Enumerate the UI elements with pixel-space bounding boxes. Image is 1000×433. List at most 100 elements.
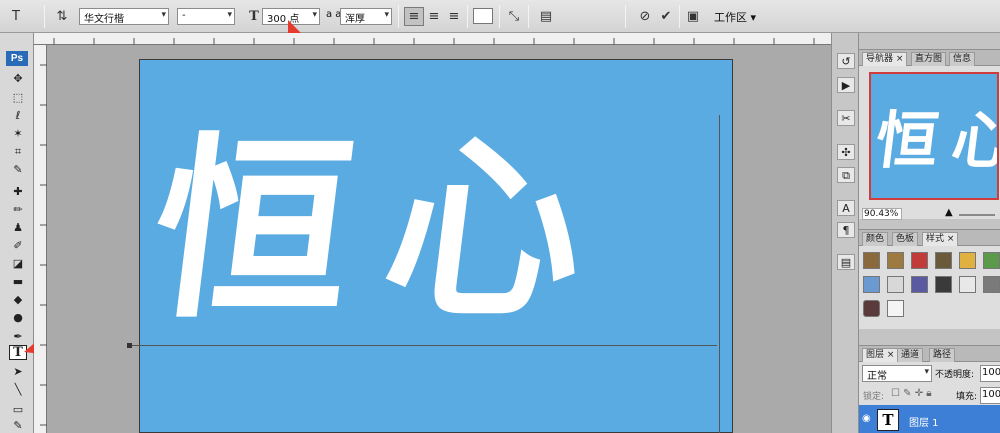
orientation-toggle-icon[interactable]: ⇅ — [52, 7, 72, 26]
lock-row: 锁定: ☐ ✎ ✛ 🔒︎ 填充: 100% — [859, 387, 1000, 405]
chevron-down-icon: ▾ — [227, 10, 232, 20]
font-style-select[interactable]: - ▾ — [177, 8, 235, 25]
move-tool-icon[interactable]: ✥ — [9, 71, 27, 86]
style-swatch[interactable] — [959, 252, 976, 269]
text-anchor-handle[interactable] — [127, 343, 132, 348]
layer-name[interactable]: 图层 1 — [909, 414, 939, 429]
anti-alias-value: 浑厚 — [345, 14, 365, 25]
layer-row[interactable]: ◉ T 图层 1 — [859, 405, 1000, 433]
style-swatch[interactable] — [935, 276, 952, 293]
actions-panel-icon[interactable]: ▶ — [837, 77, 855, 93]
layer-thumbnail: T — [877, 409, 899, 431]
tab-styles[interactable]: 样式 × — [922, 232, 959, 246]
tab-navigator[interactable]: 导航器 × — [862, 52, 908, 66]
style-swatch[interactable] — [911, 252, 928, 269]
tab-label: 颜色 — [866, 234, 885, 244]
path-selection-tool-icon[interactable]: ➤ — [9, 364, 27, 379]
notes-tool-icon[interactable]: ▭ — [9, 402, 27, 417]
workspace-menu[interactable]: 工作区 ▾ — [714, 9, 756, 27]
text-color-swatch[interactable] — [473, 8, 493, 24]
style-swatch[interactable] — [887, 276, 904, 293]
opacity-field[interactable]: 100% — [980, 365, 1000, 382]
document-workspace[interactable]: 恒心 — [47, 45, 831, 433]
text-baseline-guide — [127, 345, 717, 346]
paragraph-panel-icon[interactable]: ¶ — [837, 222, 855, 238]
commit-glyph: ✔ — [660, 9, 672, 24]
cancel-icon[interactable]: ⊘ — [635, 7, 655, 26]
lasso-tool-icon[interactable]: ℓ — [9, 108, 27, 123]
blur-tool-icon[interactable]: ◆ — [9, 292, 27, 307]
fill-value: 100% — [982, 389, 1000, 400]
warp-text-icon[interactable]: ⤡ — [504, 7, 524, 26]
character-panel-icon[interactable]: ▤ — [536, 7, 556, 26]
tab-paths[interactable]: 路径 — [929, 348, 956, 362]
style-swatch[interactable] — [983, 276, 1000, 293]
camera-icon[interactable]: ▣ — [683, 7, 703, 26]
style-swatch[interactable] — [935, 252, 952, 269]
tab-info[interactable]: 信息 — [949, 52, 976, 66]
clone-source-icon[interactable]: ⧉ — [837, 167, 855, 183]
tab-histogram[interactable]: 直方图 — [911, 52, 947, 66]
align-left-icon[interactable]: ≡ — [404, 7, 424, 26]
separator — [44, 5, 45, 28]
blend-row: 正常 ▾ 不透明度: 100% — [859, 365, 1000, 383]
style-swatch[interactable] — [911, 276, 928, 293]
canvas-text-layer[interactable]: 恒心 — [141, 115, 728, 345]
eyedropper-tool-icon[interactable]: ✎ — [9, 162, 27, 177]
tab-channels[interactable]: 通道 — [897, 348, 924, 362]
character-panel-icon[interactable]: A — [837, 200, 855, 216]
layers-tabs: 图层 × 通道 路径 — [859, 346, 1000, 362]
tool-glyph: T — [12, 9, 20, 24]
text-tool-preset-icon[interactable]: T — [6, 7, 26, 26]
eraser-tool-icon[interactable]: ◪ — [9, 256, 27, 271]
navigator-thumbnail[interactable]: 恒心 — [869, 72, 999, 200]
style-swatch[interactable] — [887, 300, 904, 317]
clone-stamp-tool-icon[interactable]: ♟ — [9, 220, 27, 235]
brushes-panel-icon[interactable]: ✣ — [837, 144, 855, 160]
font-style-value: - — [182, 10, 186, 21]
style-swatch[interactable] — [959, 276, 976, 293]
zoom-slider[interactable] — [959, 214, 995, 216]
tab-label: 通道 — [901, 350, 920, 360]
layer-comps-icon[interactable]: ▤ — [837, 254, 855, 270]
vertical-ruler — [34, 45, 47, 433]
fill-field[interactable]: 100% — [980, 387, 1000, 404]
align-center-icon[interactable]: ≡ — [424, 7, 444, 26]
history-brush-tool-icon[interactable]: ✐ — [9, 238, 27, 253]
tool-presets-icon[interactable]: ✂ — [837, 110, 855, 126]
style-swatch[interactable] — [863, 300, 880, 317]
healing-brush-tool-icon[interactable]: ✚ — [9, 184, 27, 199]
visibility-eye-icon[interactable]: ◉ — [862, 413, 871, 424]
blend-mode-select[interactable]: 正常 ▾ — [862, 365, 932, 382]
commit-icon[interactable]: ✔ — [656, 7, 676, 26]
chevron-down-icon: ▾ — [161, 10, 166, 20]
tab-label: 导航器 — [866, 54, 894, 64]
gradient-tool-icon[interactable]: ▬ — [9, 274, 27, 289]
separator — [467, 5, 468, 28]
style-swatch[interactable] — [887, 252, 904, 269]
magic-wand-tool-icon[interactable]: ✶ — [9, 126, 27, 141]
align-right-icon[interactable]: ≡ — [444, 7, 464, 26]
ruler-ticks — [40, 64, 47, 426]
tools-panel: Ps ✥ ⬚ ℓ ✶ ⌗ ✎ ✚ ✏ ♟ ✐ ◪ ▬ ◆ ● ✒ T ➤ ╲ ▭… — [0, 33, 34, 433]
crop-tool-icon[interactable]: ⌗ — [9, 144, 27, 159]
eyedropper-tool-icon[interactable]: ✎ — [9, 418, 27, 433]
style-swatch[interactable] — [983, 252, 1000, 269]
document-canvas[interactable]: 恒心 — [139, 59, 733, 433]
history-panel-icon[interactable]: ↺ — [837, 53, 855, 69]
font-family-select[interactable]: 华文行楷 ▾ — [79, 8, 169, 25]
anti-alias-select[interactable]: 浑厚 ▾ — [340, 8, 392, 25]
line-tool-icon[interactable]: ╲ — [9, 382, 27, 397]
zoom-field[interactable]: 90.43% — [862, 208, 902, 220]
marquee-tool-icon[interactable]: ⬚ — [9, 90, 27, 105]
lock-icons[interactable]: ☐ ✎ ✛ 🔒︎ — [891, 388, 932, 399]
style-swatch[interactable] — [863, 276, 880, 293]
zoom-out-icon[interactable]: ▲ — [945, 207, 953, 218]
style-swatch[interactable] — [863, 252, 880, 269]
tab-layers[interactable]: 图层 × — [862, 348, 899, 362]
dodge-tool-icon[interactable]: ● — [9, 310, 27, 325]
tab-color[interactable]: 颜色 — [862, 232, 889, 246]
tab-swatches[interactable]: 色板 — [892, 232, 919, 246]
brush-tool-icon[interactable]: ✏ — [9, 202, 27, 217]
tab-label: 直方图 — [915, 54, 943, 64]
